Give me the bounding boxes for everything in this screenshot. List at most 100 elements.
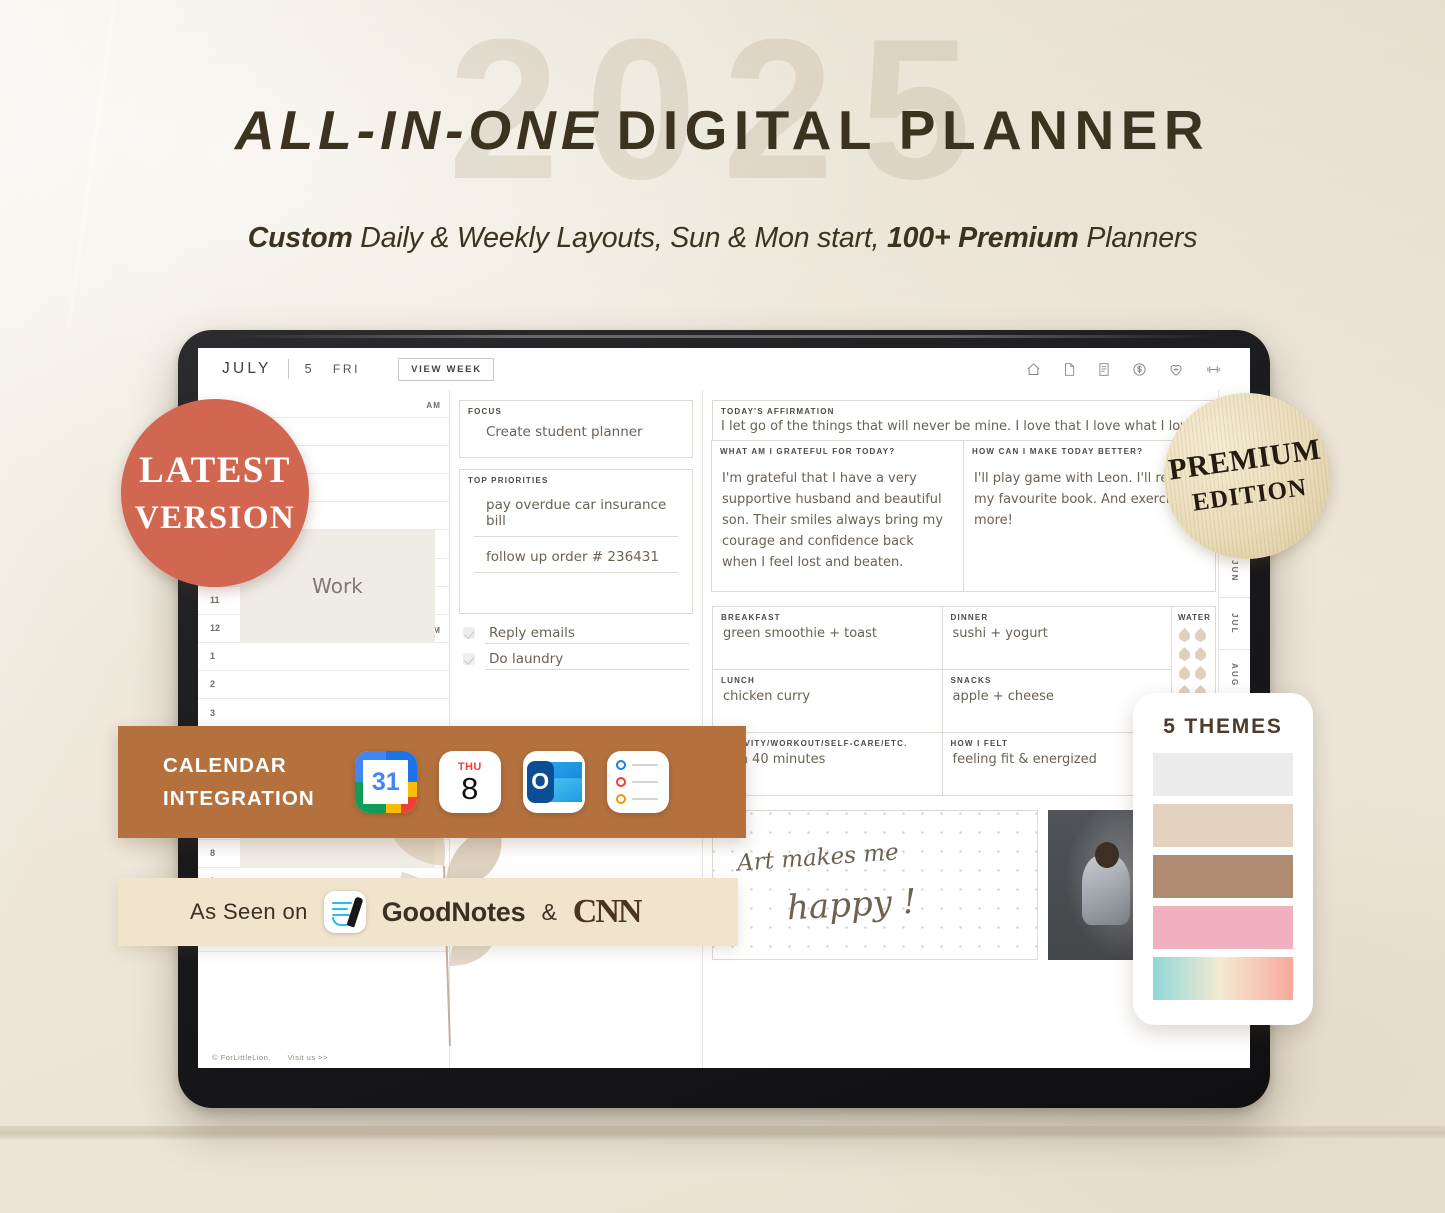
gratitude-label: WHAT AM I GRATEFUL FOR TODAY? (720, 447, 896, 456)
focus-label: FOCUS (468, 407, 502, 416)
planner-footer: © ForLittleLion. Visit us >> (212, 1053, 328, 1062)
gratitude-card[interactable]: WHAT AM I GRATEFUL FOR TODAY? I'm gratef… (711, 440, 964, 592)
todo-checkbox[interactable] (463, 653, 475, 665)
dot-grid-note[interactable]: Art makes me happy ! (712, 810, 1038, 960)
meal-row: BREAKFAST green smoothie + toast DINNER … (713, 607, 1171, 670)
dinner-value[interactable]: sushi + yogurt (943, 624, 1172, 641)
timeline-row[interactable]: 2 (198, 671, 449, 700)
reminders-bar (631, 764, 658, 766)
outlook-icon[interactable]: O (522, 751, 585, 813)
theme-swatch-pink[interactable] (1153, 906, 1293, 949)
theme-swatch-gradient[interactable] (1153, 957, 1293, 1000)
page-title: ALL-IN-ONE DIGITAL PLANNER (0, 103, 1445, 158)
todo-item[interactable]: Do laundry (459, 651, 693, 670)
reminders-row (615, 777, 669, 787)
latest-version-line-1: LATEST (139, 450, 291, 492)
dinner-cell[interactable]: DINNER sushi + yogurt (943, 607, 1172, 669)
timeline-hour-label: 3 (210, 707, 216, 718)
dumbbell-icon[interactable] (1205, 362, 1222, 377)
todo-checkbox[interactable] (463, 627, 475, 639)
timeline-hour-label: 11 (210, 595, 220, 606)
footer-copyright: © ForLittleLion. (212, 1053, 271, 1062)
page-icon[interactable] (1062, 362, 1076, 377)
water-drops[interactable] (1172, 624, 1215, 699)
outlook-letter: O (526, 760, 554, 804)
google-calendar-icon[interactable]: 31 (354, 751, 417, 813)
priority-value-2[interactable]: follow up order # 236431 (474, 537, 678, 572)
note-script-line-1: Art makes me (736, 839, 900, 877)
water-drop[interactable] (1195, 647, 1206, 661)
themes-panel: 5 THEMES (1133, 693, 1313, 1025)
breakfast-cell[interactable]: BREAKFAST green smoothie + toast (713, 607, 943, 669)
timeline-hour-label: 2 (210, 679, 216, 690)
gratitude-value[interactable]: I'm grateful that I have a very supporti… (712, 458, 963, 585)
theme-swatch-brown[interactable] (1153, 855, 1293, 898)
todo-item[interactable]: Reply emails (459, 625, 693, 644)
focus-value[interactable]: Create student planner (460, 416, 692, 452)
lunch-value[interactable]: chicken curry (713, 687, 942, 704)
ampersand-separator: & (541, 898, 557, 925)
water-drop[interactable] (1195, 666, 1206, 680)
notes-icon[interactable] (1097, 362, 1111, 377)
timeline-row[interactable]: 3 (198, 699, 449, 728)
reminders-icon[interactable] (606, 751, 669, 813)
apple-calendar-icon[interactable]: THU 8 (438, 751, 501, 813)
activity-label: ACTIVITY/WORKOUT/SELF-CARE/ETC. (721, 739, 908, 748)
calendar-app-icons: 31 THU 8 O (354, 751, 669, 813)
water-drop[interactable] (1179, 666, 1190, 680)
topbar-divider (287, 359, 289, 379)
timeline-row[interactable]: 1 (198, 643, 449, 671)
theme-swatch-beige[interactable] (1153, 804, 1293, 847)
lunch-label: LUNCH (721, 676, 755, 685)
focus-card[interactable]: FOCUS Create student planner (459, 400, 693, 458)
gcal-date-number: 31 (363, 759, 409, 805)
todo-label[interactable]: Reply emails (485, 625, 689, 644)
breakfast-value[interactable]: green smoothie + toast (713, 624, 942, 641)
water-label: WATER (1178, 613, 1211, 622)
tablet-device: JULY 5 FRI VIEW WEEK AM PM 1011121234567… (178, 330, 1270, 1108)
reminders-dot-red (615, 777, 626, 787)
snacks-label: SNACKS (950, 676, 992, 685)
month-tab-label: JUL (1230, 612, 1239, 635)
home-icon[interactable] (1026, 362, 1041, 377)
dinner-label: DINNER (950, 613, 989, 622)
surface-shelf (0, 1126, 1445, 1140)
dollar-icon[interactable] (1132, 362, 1147, 377)
priority-row[interactable]: pay overdue car insurance bill (474, 485, 678, 537)
meals-grid: BREAKFAST green smoothie + toast DINNER … (713, 607, 1171, 795)
current-day-number: 5 (304, 362, 313, 376)
activity-value[interactable]: Run 40 minutes (713, 750, 942, 767)
reminders-bar (631, 781, 658, 783)
page-subtitle: Custom Daily & Weekly Layouts, Sun & Mon… (0, 222, 1445, 255)
priority-value-1[interactable]: pay overdue car insurance bill (474, 485, 678, 536)
reminders-bar (631, 798, 658, 800)
water-drop[interactable] (1195, 628, 1206, 642)
current-day-of-week: FRI (332, 362, 361, 376)
latest-version-badge: LATEST VERSION (121, 399, 309, 587)
month-tab-label: JUN (1230, 560, 1239, 583)
affirmation-card[interactable]: TODAY'S AFFIRMATION I let go of the thin… (712, 400, 1216, 441)
meal-row: LUNCH chicken curry SNACKS apple + chees… (713, 670, 1171, 733)
lunch-cell[interactable]: LUNCH chicken curry (713, 670, 943, 732)
top-priorities-card[interactable]: TOP PRIORITIES pay overdue car insurance… (459, 469, 693, 614)
view-week-button[interactable]: VIEW WEEK (398, 357, 494, 381)
timeline-hour-label: 8 (210, 848, 216, 859)
footer-visit-link[interactable]: Visit us >> (288, 1053, 328, 1062)
affirmation-value[interactable]: I let go of the things that will never b… (713, 418, 1215, 440)
priority-row[interactable]: follow up order # 236431 (474, 537, 678, 573)
month-tab-jul[interactable]: JUL (1218, 598, 1250, 650)
theme-swatch-light-gray[interactable] (1153, 753, 1293, 796)
todo-label[interactable]: Do laundry (485, 651, 689, 670)
activity-cell[interactable]: ACTIVITY/WORKOUT/SELF-CARE/ETC. Run 40 m… (713, 733, 943, 795)
goodnotes-line (331, 908, 348, 911)
apple-calendar-date: 8 (461, 770, 479, 806)
reminders-row (615, 760, 669, 770)
heart-icon[interactable] (1168, 362, 1184, 377)
water-drop[interactable] (1179, 647, 1190, 661)
photo-person-head (1095, 841, 1120, 868)
timeline-block-work-label: Work (312, 574, 363, 598)
calendar-integration-line-1: CALENDAR (163, 753, 287, 777)
reflection-grid: WHAT AM I GRATEFUL FOR TODAY? I'm gratef… (711, 440, 1216, 592)
water-drop[interactable] (1179, 628, 1190, 642)
theme-swatch-list (1153, 753, 1293, 1000)
